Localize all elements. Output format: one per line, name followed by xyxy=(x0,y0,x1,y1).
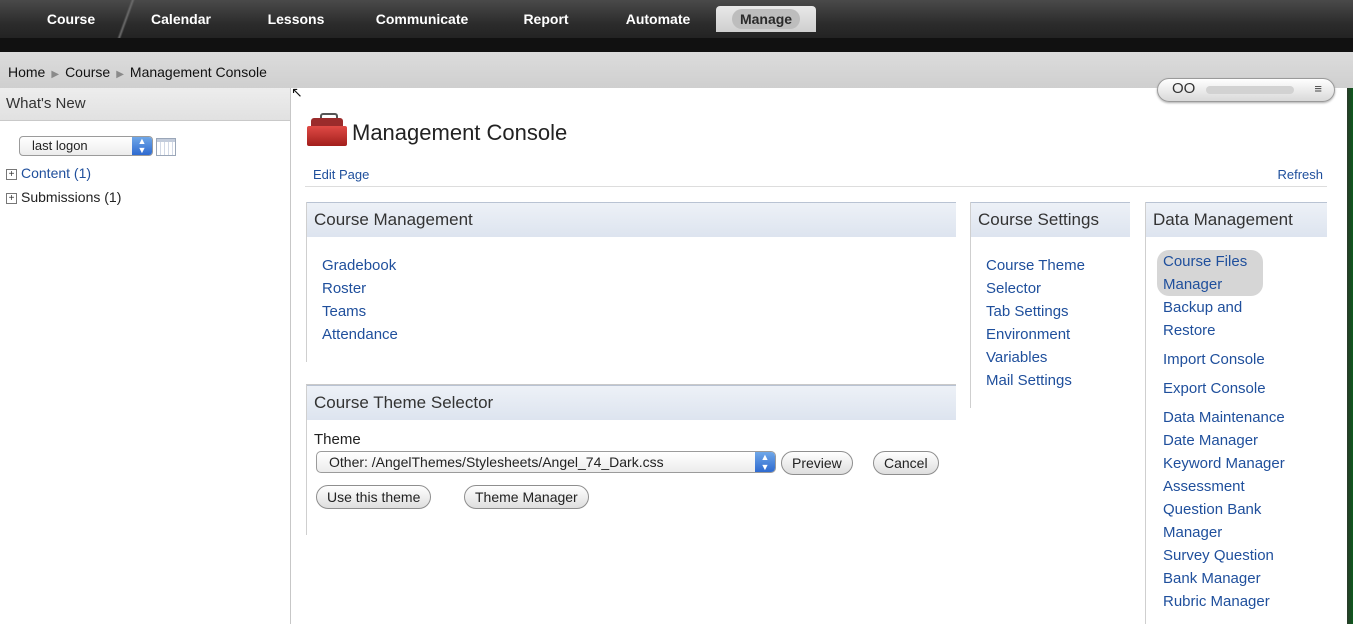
breadcrumb-course[interactable]: Course xyxy=(65,64,110,80)
use-this-theme-button[interactable]: Use this theme xyxy=(316,485,432,509)
select-arrows-icon: ▲ ▼ xyxy=(132,137,152,155)
backup-restore-link[interactable]: Backup and xyxy=(1157,296,1325,319)
environment-variables-link[interactable]: Environment xyxy=(986,323,1085,346)
course-files-manager-link[interactable]: Manager xyxy=(1157,273,1263,296)
nav-strip xyxy=(0,38,1353,52)
expand-icon[interactable]: + xyxy=(6,193,17,204)
backup-restore-link[interactable]: Restore xyxy=(1157,319,1325,342)
theme-label: Theme xyxy=(314,431,361,448)
course-management-links: Gradebook Roster Teams Attendance xyxy=(322,254,398,346)
tab-manage[interactable]: Manage xyxy=(716,6,816,32)
portlet-border xyxy=(306,385,307,535)
course-settings-title: Course Settings xyxy=(970,202,1130,237)
expand-icon[interactable]: + xyxy=(6,169,17,180)
select-arrows-icon: ▲ ▼ xyxy=(755,452,775,472)
mouse-cursor-icon: ↖ xyxy=(291,84,303,100)
tab-course[interactable]: Course xyxy=(35,6,107,32)
data-maintenance-link[interactable]: Data Maintenance xyxy=(1157,406,1325,429)
breadcrumb-separator-icon: ▶ xyxy=(116,69,124,80)
whats-new-item-submissions[interactable]: + Submissions (1) xyxy=(6,189,121,205)
import-console-link[interactable]: Import Console xyxy=(1157,348,1325,371)
theme-manager-button[interactable]: Theme Manager xyxy=(464,485,589,509)
course-management-title: Course Management xyxy=(306,202,956,237)
tab-settings-link[interactable]: Tab Settings xyxy=(986,300,1085,323)
export-console-link[interactable]: Export Console xyxy=(1157,377,1325,400)
assessment-question-bank-manager-link[interactable]: Manager xyxy=(1157,521,1325,544)
whats-new-item-label[interactable]: Content (1) xyxy=(21,165,91,181)
portlet-border xyxy=(970,202,971,408)
whats-new-panel: What's New last logon ▲ ▼ + Content (1) + S… xyxy=(0,88,291,624)
attendance-link[interactable]: Attendance xyxy=(322,323,398,346)
course-management-portlet: Course Management Gradebook Roster Teams… xyxy=(306,202,956,362)
rubric-manager-link[interactable]: Rubric Manager xyxy=(1157,590,1325,613)
survey-question-bank-manager-link[interactable]: Survey Question xyxy=(1157,544,1325,567)
refresh-link[interactable]: Refresh xyxy=(1277,167,1323,182)
date-manager-link[interactable]: Date Manager xyxy=(1157,429,1325,452)
whats-new-item-content[interactable]: + Content (1) xyxy=(6,165,91,181)
breadcrumb-bar: Home ▶ Course ▶ Management Console xyxy=(0,52,1353,88)
page-title: Management Console xyxy=(352,120,568,145)
data-management-links: Course Files Manager Backup and Restore … xyxy=(1157,250,1325,613)
course-settings-links: Course Theme Selector Tab Settings Envir… xyxy=(986,254,1085,392)
toolbox-icon xyxy=(307,113,347,146)
theme-select-value: Other: /AngelThemes/Stylesheets/Angel_74… xyxy=(329,454,664,470)
course-files-manager-link[interactable]: Course Files xyxy=(1157,250,1263,273)
tab-manage-label: Manage xyxy=(731,9,801,29)
breadcrumb-current: Management Console xyxy=(129,64,267,80)
top-navigation: Course Calendar Lessons Communicate Repo… xyxy=(0,0,1353,52)
mail-settings-link[interactable]: Mail Settings xyxy=(986,369,1085,392)
portlet-border xyxy=(306,202,307,362)
survey-question-bank-manager-link[interactable]: Bank Manager xyxy=(1157,567,1325,590)
keyword-manager-link[interactable]: Keyword Manager xyxy=(1157,452,1325,475)
window-edge xyxy=(1347,88,1353,624)
course-theme-selector-title: Course Theme Selector xyxy=(306,385,956,420)
course-theme-selector-link[interactable]: Course Theme xyxy=(986,254,1085,277)
gradebook-link[interactable]: Gradebook xyxy=(322,254,398,277)
theme-select[interactable]: Other: /AngelThemes/Stylesheets/Angel_74… xyxy=(316,451,776,473)
data-management-title: Data Management xyxy=(1145,202,1327,237)
tab-communicate[interactable]: Communicate xyxy=(358,6,486,32)
portlet-border xyxy=(1145,202,1146,624)
environment-variables-link[interactable]: Variables xyxy=(986,346,1085,369)
tab-lessons[interactable]: Lessons xyxy=(258,6,334,32)
breadcrumb-home[interactable]: Home xyxy=(8,64,45,80)
tab-report[interactable]: Report xyxy=(508,6,584,32)
breadcrumb-separator-icon: ▶ xyxy=(51,69,60,80)
course-theme-selector-link[interactable]: Selector xyxy=(986,277,1085,300)
preview-button[interactable]: Preview xyxy=(781,451,853,475)
calendar-icon[interactable] xyxy=(156,138,176,156)
tab-automate[interactable]: Automate xyxy=(610,6,706,32)
course-theme-selector-portlet: Course Theme Selector Theme Other: /Ange… xyxy=(306,384,956,535)
filter-value: last logon xyxy=(32,138,88,153)
whats-new-title: What's New xyxy=(0,88,290,121)
whats-new-filter-select[interactable]: last logon ▲ ▼ xyxy=(19,136,153,156)
assessment-question-bank-manager-link[interactable]: Assessment xyxy=(1157,475,1325,498)
tab-calendar[interactable]: Calendar xyxy=(138,6,224,32)
course-settings-portlet: Course Settings Course Theme Selector Ta… xyxy=(970,202,1130,408)
data-management-portlet: Data Management Course Files Manager Bac… xyxy=(1145,202,1327,624)
divider xyxy=(305,186,1327,187)
whats-new-item-label: Submissions (1) xyxy=(21,189,122,205)
cancel-button[interactable]: Cancel xyxy=(873,451,939,475)
edit-page-link[interactable]: Edit Page xyxy=(313,167,369,182)
breadcrumb: Home ▶ Course ▶ Management Console xyxy=(8,64,267,80)
teams-link[interactable]: Teams xyxy=(322,300,398,323)
roster-link[interactable]: Roster xyxy=(322,277,398,300)
assessment-question-bank-manager-link[interactable]: Question Bank xyxy=(1157,498,1325,521)
nav-divider xyxy=(112,0,140,38)
main-content: ↖ Management Console Edit Page Refresh C… xyxy=(291,84,1353,624)
